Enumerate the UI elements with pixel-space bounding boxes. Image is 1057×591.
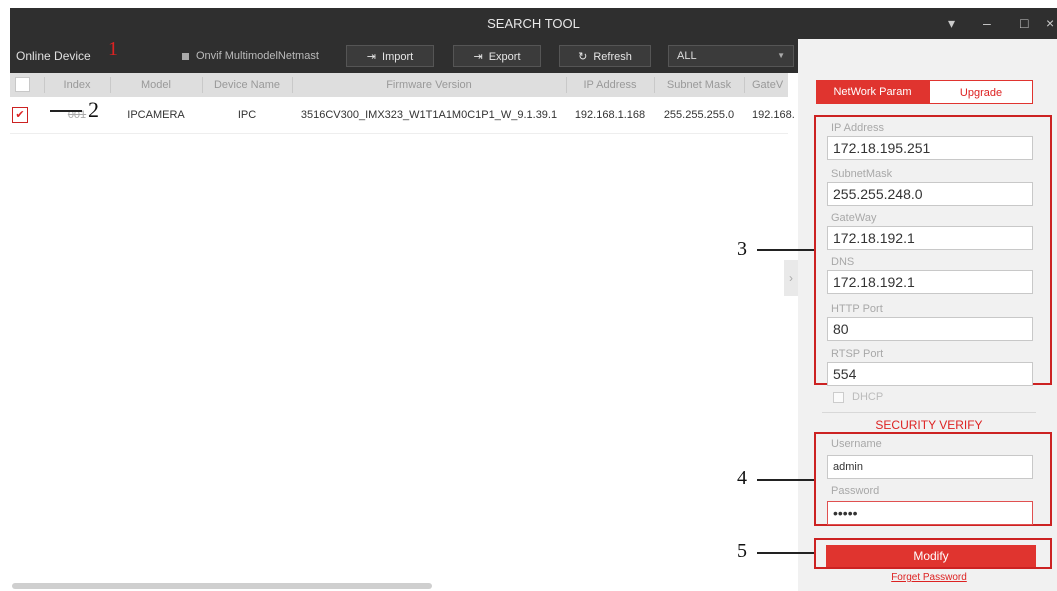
row-firmware: 3516CV300_IMX323_W1T1A1M0C1P1_W_9.1.39.1 — [300, 109, 558, 121]
row-checkbox[interactable]: ✔ — [12, 107, 28, 123]
tab-network-param[interactable]: NetWork Param — [816, 80, 929, 104]
dhcp-checkbox[interactable] — [833, 391, 844, 403]
horizontal-scrollbar[interactable] — [12, 583, 432, 589]
divider — [822, 412, 1036, 413]
filter-value: ALL — [677, 50, 697, 62]
device-filter-select[interactable]: ALL ▼ — [668, 45, 794, 67]
row-model: IPCAMERA — [127, 109, 185, 121]
column-header[interactable]: Model — [112, 73, 200, 97]
onvif-label: Onvif MultimodelNetmast — [196, 50, 319, 62]
close-icon[interactable]: × — [1046, 8, 1054, 39]
panel-collapse-handle[interactable]: › — [784, 260, 798, 296]
window-title: SEARCH TOOL — [487, 16, 580, 31]
column-header[interactable]: Index — [46, 73, 108, 97]
row-gateway: 192.168. — [752, 109, 794, 121]
title-bar: SEARCH TOOL ▾ – □ × — [10, 8, 1057, 39]
export-button[interactable]: ⇥ Export — [453, 45, 541, 67]
dns-label: DNS — [831, 256, 855, 268]
subnet-mask-label: SubnetMask — [831, 168, 893, 180]
column-header[interactable]: Device Name — [204, 73, 290, 97]
annotation-5: 5 — [737, 540, 747, 562]
export-icon: ⇥ — [473, 51, 483, 63]
refresh-icon: ↻ — [578, 51, 588, 63]
rtsp-port-input[interactable]: 554 — [827, 362, 1033, 386]
modify-button[interactable]: Modify — [826, 545, 1036, 567]
annotation-1: 1 — [108, 38, 118, 60]
dhcp-toggle[interactable]: DHCP — [833, 391, 883, 403]
http-port-input[interactable]: 80 — [827, 317, 1033, 341]
chevron-down-icon: ▼ — [777, 51, 785, 60]
rtsp-port-label: RTSP Port — [831, 348, 884, 360]
minimize-icon[interactable]: – — [983, 8, 991, 39]
annotation-4-line — [757, 479, 814, 481]
gateway-input[interactable]: 172.18.192.1 — [827, 226, 1033, 250]
refresh-label: Refresh — [593, 51, 632, 63]
gateway-label: GateWay — [831, 212, 877, 224]
import-icon: ⇥ — [366, 51, 377, 63]
forget-password-link[interactable]: Forget Password — [816, 572, 1042, 583]
row-subnet-mask: 255.255.255.0 — [663, 109, 735, 121]
select-all-checkbox[interactable] — [15, 77, 30, 92]
import-button[interactable]: ⇥ Import — [346, 45, 434, 67]
ip-address-label: IP Address — [831, 122, 884, 134]
checkmark-icon: ✔ — [15, 109, 25, 121]
refresh-button[interactable]: ↻ Refresh — [559, 45, 651, 67]
onvif-checkbox[interactable] — [182, 52, 189, 60]
column-header[interactable]: Subnet Mask — [656, 73, 742, 97]
import-label: Import — [382, 51, 414, 63]
annotation-3: 3 — [737, 238, 747, 260]
annotation-5-line — [757, 552, 814, 554]
username-label: Username — [831, 438, 882, 450]
column-header[interactable]: IP Address — [568, 73, 652, 97]
tab-upgrade[interactable]: Upgrade — [929, 80, 1033, 104]
row-ip-address: 192.168.1.168 — [574, 109, 646, 121]
password-input[interactable]: ••••• — [827, 501, 1033, 525]
dns-input[interactable]: 172.18.192.1 — [827, 270, 1033, 294]
annotation-2: 2 — [88, 97, 99, 122]
annotation-2-line — [50, 110, 82, 112]
toolbar: Online Device Onvif MultimodelNetmast ⇥ I… — [10, 39, 798, 73]
http-port-label: HTTP Port — [831, 303, 883, 315]
column-header[interactable]: GateV — [746, 73, 794, 97]
subnet-mask-input[interactable]: 255.255.248.0 — [827, 182, 1033, 206]
security-verify-title: SECURITY VERIFY — [875, 418, 983, 432]
password-label: Password — [831, 485, 880, 497]
ip-address-input[interactable]: 172.18.195.251 — [827, 136, 1033, 160]
table-row[interactable]: ✔ 001 IPCAMERA IPC 3516CV300_IMX323_W1T1… — [10, 97, 794, 134]
chevron-right-icon: › — [789, 271, 793, 285]
dhcp-label: DHCP — [852, 391, 884, 403]
table-header: Index Model Device Name Firmware Version… — [10, 73, 788, 97]
maximize-icon[interactable]: □ — [1020, 8, 1028, 39]
username-input[interactable]: admin — [827, 455, 1033, 479]
annotation-3-line — [757, 249, 814, 251]
menu-dropdown-icon[interactable]: ▾ — [948, 8, 955, 39]
column-header[interactable]: Firmware Version — [294, 73, 564, 97]
online-device-label: Online Device — [16, 49, 91, 63]
export-label: Export — [488, 51, 521, 63]
row-device-name: IPC — [237, 109, 257, 121]
annotation-4: 4 — [737, 467, 747, 489]
onvif-multimodel-toggle[interactable]: Onvif MultimodelNetmast — [182, 50, 319, 62]
